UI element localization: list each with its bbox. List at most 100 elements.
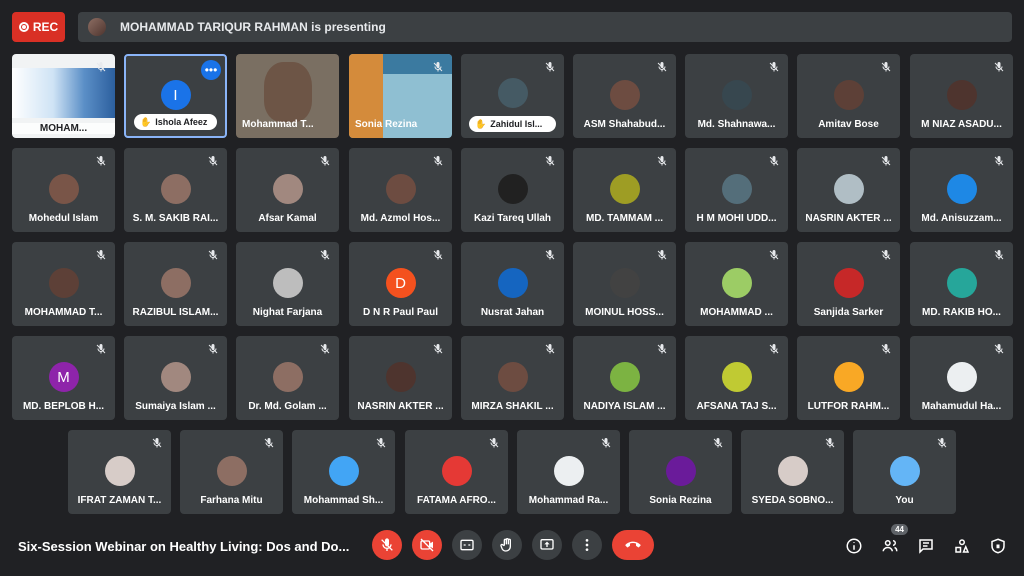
participant-tile[interactable]: MOHAMMAD T... [12, 242, 115, 326]
participant-tile[interactable]: H M MOHI UDD... [685, 148, 788, 232]
participant-tile[interactable]: Dr. Md. Golam ... [236, 336, 339, 420]
participant-tile[interactable]: Md. Shahnawa... [685, 54, 788, 138]
participant-avatar: D [385, 268, 416, 298]
muted-icon [319, 342, 331, 354]
participant-avatar [216, 456, 247, 486]
participant-name: MOINUL HOSS... [585, 307, 664, 318]
participant-name: Zahidul Isl... [490, 119, 543, 129]
participant-tile[interactable]: SYEDA SOBNO... [741, 430, 844, 514]
more-options-icon[interactable]: ••• [201, 60, 221, 80]
participant-tile[interactable]: Mahamudul Ha... [910, 336, 1013, 420]
name-pill: ✋ Zahidul Isl... [469, 116, 556, 132]
leave-call-button[interactable] [612, 530, 654, 560]
activities-button[interactable] [952, 536, 972, 556]
participant-tile[interactable]: You [853, 430, 956, 514]
participant-avatar [160, 362, 191, 392]
participant-name: MD. TAMMAM ... [585, 213, 664, 224]
participant-name: Md. Azmol Hos... [360, 213, 441, 224]
muted-icon [993, 154, 1005, 166]
participant-tile[interactable]: MOINUL HOSS... [573, 242, 676, 326]
participant-tile[interactable]: Sanjida Sarker [797, 242, 900, 326]
muted-icon [375, 436, 387, 448]
camera-toggle-button[interactable] [412, 530, 442, 560]
participant-name: Mohammad Ra... [528, 495, 609, 506]
participant-tile[interactable]: LUTFOR RAHM... [797, 336, 900, 420]
participant-tile[interactable]: Mohammad T... [236, 54, 339, 138]
present-screen-button[interactable] [532, 530, 562, 560]
participant-avatar [833, 268, 864, 298]
chat-button[interactable] [916, 536, 936, 556]
participant-tile[interactable]: RAZIBUL ISLAM... [124, 242, 227, 326]
participant-tile[interactable]: AFSANA TAJ S... [685, 336, 788, 420]
participant-tile[interactable]: MIRZA SHAKIL ... [461, 336, 564, 420]
chat-icon [919, 539, 933, 554]
captions-button[interactable] [452, 530, 482, 560]
participant-tile[interactable]: S. M. SAKIB RAI... [124, 148, 227, 232]
muted-icon [880, 342, 892, 354]
participant-tile[interactable]: MD. TAMMAM ... [573, 148, 676, 232]
participant-tile[interactable]: Afsar Kamal [236, 148, 339, 232]
participant-tile[interactable]: Kazi Tareq Ullah [461, 148, 564, 232]
muted-icon [488, 436, 500, 448]
participant-tile[interactable]: Mohammad Sh... [292, 430, 395, 514]
participant-avatar [609, 362, 640, 392]
participant-avatar [160, 174, 191, 204]
participant-tile[interactable]: D D N R Paul Paul [349, 242, 452, 326]
participant-tile[interactable]: Sonia Rezina [349, 54, 452, 138]
participant-tile[interactable]: NADIYA ISLAM ... [573, 336, 676, 420]
hand-icon: ✋ [140, 116, 152, 127]
participant-tile[interactable]: Sumaiya Islam ... [124, 336, 227, 420]
participant-name: Dr. Md. Golam ... [248, 401, 327, 412]
participant-avatar [833, 80, 864, 110]
participant-tile[interactable]: Amitav Bose [797, 54, 900, 138]
participant-avatar [553, 456, 584, 486]
raise-hand-button[interactable] [492, 530, 522, 560]
participant-tile[interactable]: Md. Anisuzzam... [910, 148, 1013, 232]
participant-tile[interactable]: M MD. BEPLOB H... [12, 336, 115, 420]
participant-tile[interactable]: Mohammad Ra... [517, 430, 620, 514]
muted-icon [880, 154, 892, 166]
participant-name: Mohammad T... [242, 119, 314, 130]
meeting-details-button[interactable] [844, 536, 864, 556]
participant-tile[interactable]: Nighat Farjana [236, 242, 339, 326]
participant-tile[interactable]: IFRAT ZAMAN T... [68, 430, 171, 514]
muted-icon [432, 60, 444, 72]
participant-tile[interactable]: FATAMA AFRO... [405, 430, 508, 514]
presenter-text: MOHAMMAD TARIQUR RAHMAN is presenting [120, 20, 386, 34]
participant-name: Sanjida Sarker [813, 307, 884, 318]
participant-tile[interactable]: MD. RAKIB HO... [910, 242, 1013, 326]
more-options-button[interactable] [572, 530, 602, 560]
muted-icon [936, 436, 948, 448]
presenter-avatar [88, 18, 106, 36]
participant-name: Sumaiya Islam ... [135, 401, 216, 412]
muted-icon [319, 248, 331, 260]
muted-icon [993, 342, 1005, 354]
host-controls-button[interactable] [988, 536, 1008, 556]
participant-tile[interactable]: ✋ Zahidul Isl... [461, 54, 564, 138]
muted-icon [544, 248, 556, 260]
mic-toggle-button[interactable] [372, 530, 402, 560]
participant-tile[interactable]: ASM Shahabud... [573, 54, 676, 138]
muted-icon [207, 248, 219, 260]
name-pill: ✋ Ishola Afeez [134, 114, 217, 130]
participant-tile[interactable]: Sonia Rezina [629, 430, 732, 514]
participant-tile[interactable]: Nusrat Jahan [461, 242, 564, 326]
participant-tile[interactable]: MOHAM... [12, 54, 115, 138]
participant-tile[interactable]: ••• I ✋ Ishola Afeez [124, 54, 227, 138]
participant-tile[interactable]: Md. Azmol Hos... [349, 148, 452, 232]
participant-tile[interactable]: Mohedul Islam [12, 148, 115, 232]
participant-tile[interactable]: NASRIN AKTER ... [797, 148, 900, 232]
participant-tile[interactable]: Farhana Mitu [180, 430, 283, 514]
participant-tile[interactable]: M NIAZ ASADU... [910, 54, 1013, 138]
participant-name: ASM Shahabud... [583, 119, 666, 130]
participant-tile[interactable]: MOHAMMAD ... [685, 242, 788, 326]
shared-screen-thumbnail [12, 68, 115, 118]
participant-avatar [889, 456, 920, 486]
participant-tile[interactable]: NASRIN AKTER ... [349, 336, 452, 420]
participants-button[interactable]: 44 [880, 524, 908, 556]
meeting-title: Six-Session Webinar on Healthy Living: D… [18, 539, 350, 554]
participant-avatar [721, 268, 752, 298]
recording-indicator[interactable]: REC [12, 12, 65, 42]
participant-avatar [48, 268, 79, 298]
participant-avatar [497, 174, 528, 204]
